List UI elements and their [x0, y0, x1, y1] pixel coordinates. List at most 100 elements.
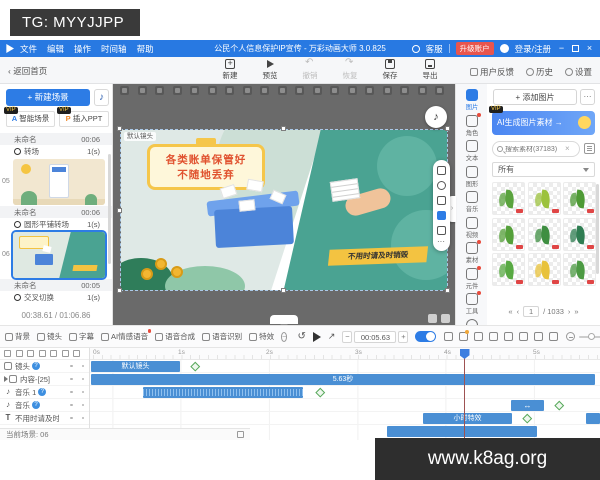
- lock-icon[interactable]: [437, 196, 446, 205]
- keyframe-diamond[interactable]: [523, 414, 532, 423]
- asset-panel-scrollbar[interactable]: [596, 184, 599, 274]
- menu-file[interactable]: 文件: [20, 43, 37, 55]
- fullscreen-preview-button[interactable]: ↗: [328, 331, 336, 342]
- help-icon[interactable]: ?: [32, 401, 40, 409]
- canvas-tool-icon[interactable]: [435, 86, 444, 95]
- menu-edit[interactable]: 编辑: [47, 43, 64, 55]
- canvas-corner-icon[interactable]: [428, 314, 437, 323]
- sort-icon[interactable]: [39, 350, 46, 357]
- login-register-link[interactable]: 登录/注册: [515, 43, 551, 55]
- track-row-music1[interactable]: ♪ 音乐 1 ?: [0, 386, 89, 399]
- music-waveform-bar[interactable]: [143, 387, 303, 398]
- expander-icon[interactable]: [4, 376, 8, 382]
- first-page-button[interactable]: «: [508, 307, 512, 316]
- cut-icon[interactable]: [27, 350, 34, 357]
- back-home-link[interactable]: ‹ 返回首页: [8, 65, 47, 77]
- content-bar[interactable]: 5.63秒: [91, 374, 595, 385]
- screen-icon[interactable]: [437, 211, 446, 220]
- scene-meta-row[interactable]: 未命名00:06: [0, 133, 112, 145]
- resize-handle[interactable]: [281, 126, 286, 131]
- text-effect-bar[interactable]: 小时特效: [423, 413, 512, 424]
- canvas-tool-icon[interactable]: [313, 86, 322, 95]
- support-link[interactable]: 客服: [426, 43, 443, 55]
- music2-track[interactable]: ↔: [90, 399, 600, 412]
- grid-icon[interactable]: [437, 226, 446, 235]
- strip-item-image[interactable]: 图片: [456, 89, 487, 112]
- canvas-tool-icon[interactable]: [348, 86, 357, 95]
- collapse-timeline-button[interactable]: −: [281, 332, 287, 342]
- asset-tile[interactable]: [563, 253, 596, 286]
- canvas-tool-icon[interactable]: [243, 86, 252, 95]
- asset-tile[interactable]: [492, 218, 525, 251]
- strip-item-character[interactable]: 角色: [456, 115, 487, 138]
- help-icon[interactable]: ?: [32, 362, 40, 370]
- keyframe-diamond[interactable]: [555, 401, 564, 410]
- lock-icon[interactable]: [237, 431, 244, 438]
- filter-icon[interactable]: [584, 143, 595, 154]
- menu-operate[interactable]: 操作: [74, 43, 91, 55]
- scene-meta-row[interactable]: 未命名00:05: [0, 279, 112, 291]
- scene-meta-row[interactable]: 未命名00:06: [0, 206, 112, 218]
- effects-button[interactable]: 特效: [249, 331, 274, 342]
- keyframe-diamond[interactable]: [316, 388, 325, 397]
- canvas-corner-icon[interactable]: [441, 314, 450, 323]
- maximize-button[interactable]: [572, 45, 579, 52]
- zoom-slider-knob[interactable]: [588, 333, 595, 340]
- asset-tile[interactable]: [528, 253, 561, 286]
- strip-item-music[interactable]: 音乐: [456, 191, 487, 214]
- menu-help[interactable]: 帮助: [137, 43, 154, 55]
- strip-item-component[interactable]: 元件: [456, 268, 487, 291]
- track-row-music2[interactable]: ♪ 音乐 ?: [0, 399, 89, 412]
- canvas-tool-icon[interactable]: [138, 86, 147, 95]
- feedback-button[interactable]: 用户反馈: [470, 66, 514, 78]
- add-image-button[interactable]: + 添加图片: [493, 89, 577, 105]
- content-track[interactable]: 5.63秒: [90, 373, 600, 386]
- undo-button[interactable]: 撤销: [298, 59, 322, 81]
- keyframe-diamond[interactable]: [191, 362, 200, 371]
- track-row-content[interactable]: 内容-[25]: [0, 373, 89, 386]
- paste-icon[interactable]: [16, 350, 23, 357]
- expand-icon[interactable]: [437, 166, 446, 175]
- canvas-tool-icon[interactable]: [278, 86, 287, 95]
- text-track[interactable]: 小时特效: [90, 412, 600, 425]
- strip-item-tools[interactable]: 工具: [456, 293, 487, 316]
- asset-tile[interactable]: [563, 182, 596, 215]
- strip-item-shape[interactable]: 图形: [456, 166, 487, 189]
- upgrade-account-button[interactable]: 升级账户: [456, 42, 494, 55]
- camera-track[interactable]: 默认镜头: [90, 360, 600, 373]
- canvas-tool-icon[interactable]: [190, 86, 199, 95]
- history-button[interactable]: 历史: [526, 66, 553, 78]
- delete-icon[interactable]: [50, 350, 57, 357]
- scene-list-scrollbar[interactable]: [108, 154, 111, 264]
- asset-search-box[interactable]: ×: [492, 141, 580, 157]
- next-page-button[interactable]: ›: [568, 307, 571, 316]
- subtitle-button[interactable]: 字幕: [69, 331, 94, 342]
- resize-handle[interactable]: [117, 126, 122, 131]
- resize-handle[interactable]: [281, 288, 286, 293]
- help-icon[interactable]: ?: [38, 388, 46, 396]
- zoom-out-icon[interactable]: [566, 332, 575, 341]
- asset-tile[interactable]: [528, 218, 561, 251]
- lock-icon[interactable]: [62, 350, 69, 357]
- canvas-tool-icon[interactable]: [418, 86, 427, 95]
- strip-item-text[interactable]: 文本: [456, 140, 487, 163]
- scene-music-fab[interactable]: ♪: [425, 106, 447, 128]
- timeline-ruler[interactable]: 0s 1s 2s 3s 4s 5s: [90, 348, 600, 360]
- canvas-tool-icon[interactable]: [383, 86, 392, 95]
- smart-scene-button[interactable]: VIP A 智能场景: [6, 111, 55, 127]
- new-scene-button[interactable]: + 新建场景: [6, 89, 90, 106]
- last-page-button[interactable]: »: [574, 307, 578, 316]
- music1-track[interactable]: [90, 386, 600, 399]
- increase-time-button[interactable]: +: [398, 331, 408, 343]
- close-button[interactable]: ×: [585, 44, 594, 53]
- fit-screen-icon[interactable]: [549, 332, 558, 341]
- music-fade-bar[interactable]: ↔: [511, 400, 544, 411]
- play-button[interactable]: [313, 332, 321, 342]
- strip-item-video[interactable]: 视频: [456, 217, 487, 240]
- settings-button[interactable]: 设置: [565, 66, 592, 78]
- transition-row[interactable]: 圆形平铺转场 1(s): [0, 218, 112, 231]
- camera-button[interactable]: 镜头: [37, 331, 62, 342]
- stage[interactable]: 各类账单保管好 不随地丢弃 不用时请及时销毁: [121, 130, 447, 290]
- save-button[interactable]: 保存: [378, 59, 402, 81]
- ai-generate-banner[interactable]: VIP AI生成图片素材 →: [492, 111, 595, 135]
